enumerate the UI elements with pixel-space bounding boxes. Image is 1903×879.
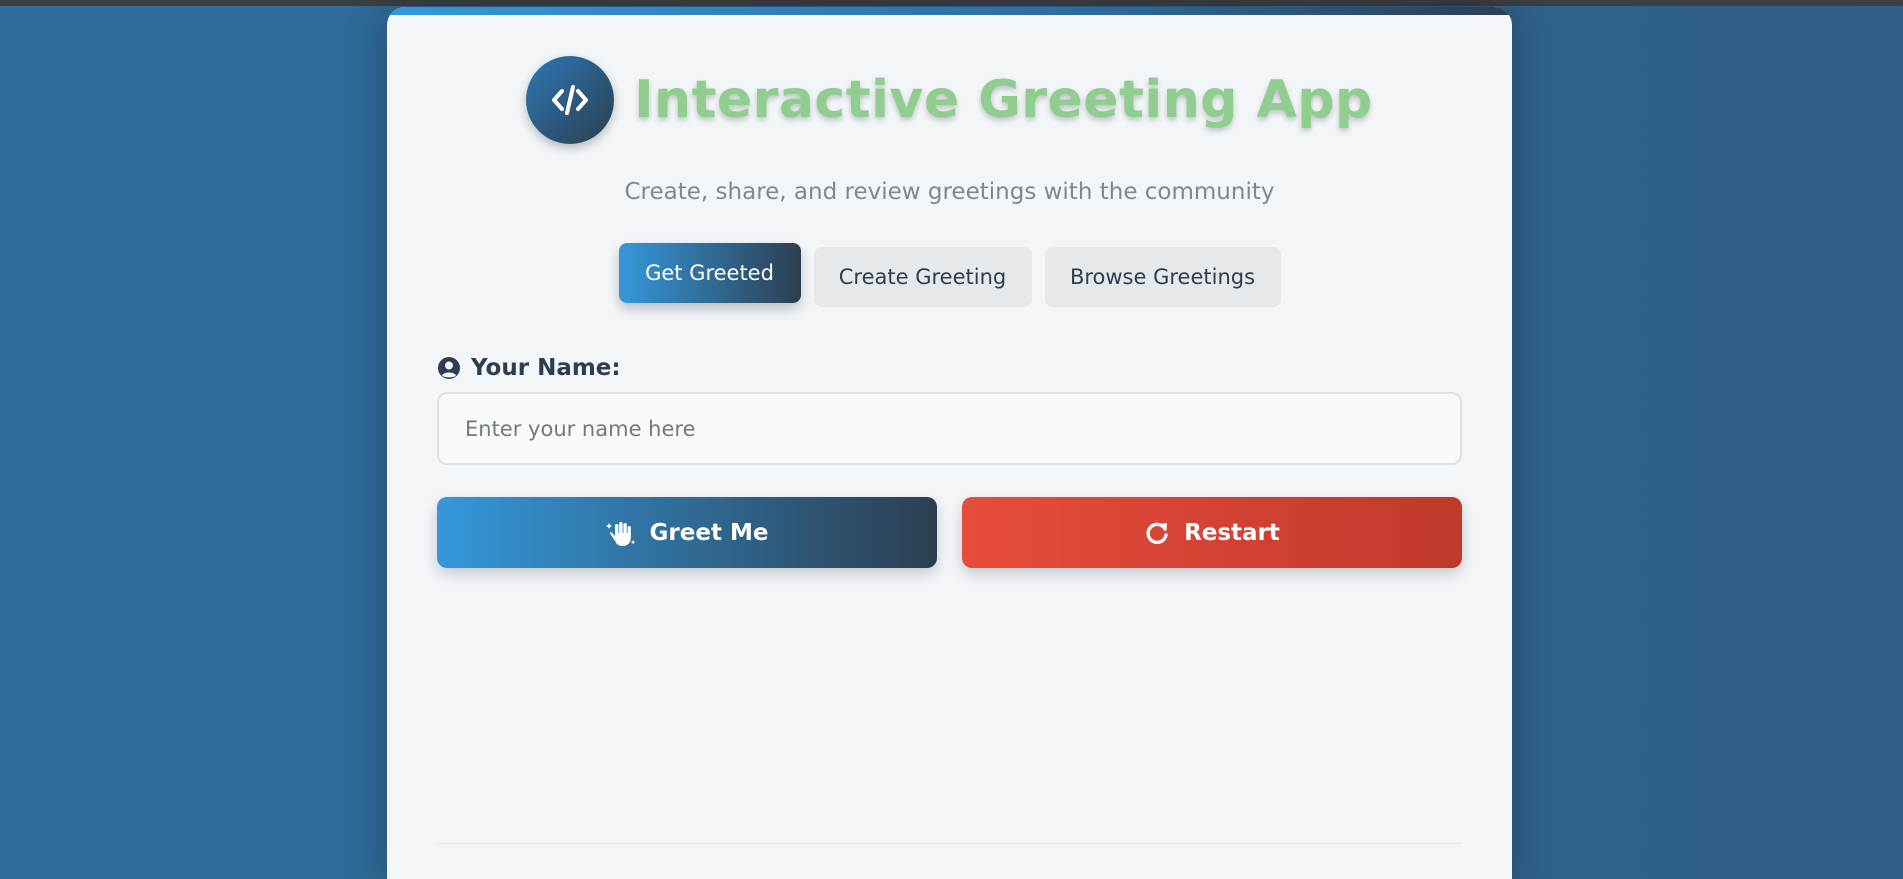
tab-get-greeted[interactable]: Get Greeted [618, 243, 801, 303]
content-divider [437, 843, 1462, 844]
mode-tabs: Get Greeted Create Greeting Browse Greet… [387, 243, 1512, 307]
app-header: Interactive Greeting App [387, 55, 1512, 145]
window-top-edge [0, 0, 1903, 6]
app-title: Interactive Greeting App [634, 70, 1373, 130]
tab-browse-greetings[interactable]: Browse Greetings [1044, 247, 1281, 307]
greet-me-button[interactable]: Greet Me [437, 497, 937, 568]
user-circle-icon [438, 357, 460, 379]
app-card: Interactive Greeting App Create, share, … [387, 7, 1512, 879]
restart-button[interactable]: Restart [962, 497, 1462, 568]
restart-label: Restart [1184, 519, 1280, 546]
greet-me-label: Greet Me [649, 519, 769, 546]
rotate-icon [1146, 522, 1168, 544]
app-subtitle: Create, share, and review greetings with… [624, 179, 1275, 205]
card-accent-bar [387, 7, 1512, 15]
name-input[interactable] [437, 392, 1462, 465]
code-icon [552, 85, 589, 115]
hand-wave-icon [605, 521, 635, 546]
app-logo [526, 56, 615, 144]
name-label: Your Name: [471, 355, 621, 381]
name-label-row: Your Name: [437, 355, 621, 381]
tab-create-greeting[interactable]: Create Greeting [813, 247, 1032, 307]
